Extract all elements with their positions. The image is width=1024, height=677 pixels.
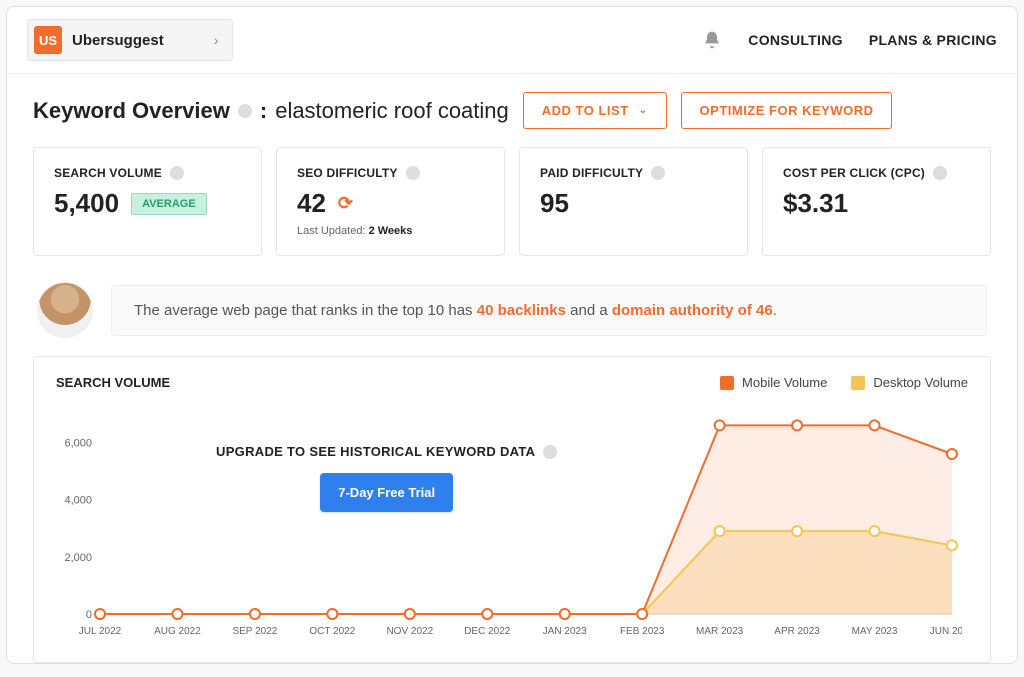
svg-text:JUN 2023: JUN 2023 bbox=[930, 626, 962, 637]
chart-legend: Mobile Volume Desktop Volume bbox=[720, 375, 968, 390]
insight-row: The average web page that ranks in the t… bbox=[33, 282, 991, 338]
svg-text:2,000: 2,000 bbox=[64, 552, 92, 564]
metric-cards: SEARCH VOLUME 5,400 AVERAGE SEO DIFFICUL… bbox=[33, 147, 991, 256]
plans-pricing-link[interactable]: PLANS & PRICING bbox=[869, 32, 997, 48]
chart-area: UPGRADE TO SEE HISTORICAL KEYWORD DATA 7… bbox=[56, 404, 968, 644]
keyword-text: elastomeric roof coating bbox=[275, 98, 509, 124]
card-cpc: COST PER CLICK (CPC) $3.31 bbox=[762, 147, 991, 256]
chart-title: SEARCH VOLUME bbox=[56, 375, 170, 390]
svg-text:APR 2023: APR 2023 bbox=[774, 626, 820, 637]
card-label: COST PER CLICK (CPC) bbox=[783, 166, 925, 180]
legend-desktop-label: Desktop Volume bbox=[873, 375, 968, 390]
help-icon[interactable] bbox=[406, 166, 420, 180]
insight-text: The average web page that ranks in the t… bbox=[111, 285, 987, 336]
svg-text:DEC 2022: DEC 2022 bbox=[464, 626, 511, 637]
last-updated-label: Last Updated: bbox=[297, 225, 366, 237]
upgrade-overlay: UPGRADE TO SEE HISTORICAL KEYWORD DATA 7… bbox=[216, 444, 557, 512]
svg-text:0: 0 bbox=[86, 609, 92, 621]
help-icon[interactable] bbox=[543, 445, 557, 459]
last-updated: Last Updated: 2 Weeks bbox=[297, 225, 484, 237]
help-icon[interactable] bbox=[170, 166, 184, 180]
svg-text:OCT 2022: OCT 2022 bbox=[309, 626, 355, 637]
chart-panel: SEARCH VOLUME Mobile Volume Desktop Volu… bbox=[33, 356, 991, 663]
last-updated-value: 2 Weeks bbox=[369, 225, 413, 237]
help-icon[interactable] bbox=[651, 166, 665, 180]
avatar bbox=[37, 282, 93, 338]
svg-text:MAY 2023: MAY 2023 bbox=[852, 626, 898, 637]
card-value: 5,400 bbox=[54, 188, 119, 219]
help-icon[interactable] bbox=[238, 104, 252, 118]
optimize-label: OPTIMIZE FOR KEYWORD bbox=[700, 103, 874, 118]
chevron-down-icon: ⌄ bbox=[639, 105, 648, 116]
brand-name: Ubersuggest bbox=[72, 32, 164, 49]
optimize-keyword-button[interactable]: OPTIMIZE FOR KEYWORD bbox=[681, 92, 893, 129]
page-title: Keyword Overview : elastomeric roof coat… bbox=[33, 98, 509, 124]
card-label: SEO DIFFICULTY bbox=[297, 166, 398, 180]
refresh-icon[interactable]: ⟳ bbox=[338, 193, 353, 214]
card-label: PAID DIFFICULTY bbox=[540, 166, 643, 180]
badge-average: AVERAGE bbox=[131, 193, 207, 215]
svg-text:6,000: 6,000 bbox=[64, 438, 92, 450]
card-label: SEARCH VOLUME bbox=[54, 166, 162, 180]
insight-post: . bbox=[773, 302, 777, 319]
insight-da: domain authority of 46 bbox=[612, 302, 773, 319]
free-trial-button[interactable]: 7-Day Free Trial bbox=[320, 473, 453, 512]
add-to-list-button[interactable]: ADD TO LIST ⌄ bbox=[523, 92, 667, 129]
svg-text:FEB 2023: FEB 2023 bbox=[620, 626, 665, 637]
card-paid-difficulty: PAID DIFFICULTY 95 bbox=[519, 147, 748, 256]
title-separator: : bbox=[260, 98, 267, 124]
svg-text:4,000: 4,000 bbox=[64, 495, 92, 507]
legend-mobile: Mobile Volume bbox=[720, 375, 827, 390]
svg-text:JUL 2022: JUL 2022 bbox=[79, 626, 122, 637]
add-to-list-label: ADD TO LIST bbox=[542, 103, 629, 118]
swatch-mobile bbox=[720, 376, 734, 390]
svg-text:AUG 2022: AUG 2022 bbox=[154, 626, 201, 637]
svg-text:MAR 2023: MAR 2023 bbox=[696, 626, 744, 637]
consulting-link[interactable]: CONSULTING bbox=[748, 32, 843, 48]
card-search-volume: SEARCH VOLUME 5,400 AVERAGE bbox=[33, 147, 262, 256]
card-value: 42 bbox=[297, 188, 326, 219]
topbar: US Ubersuggest › CONSULTING PLANS & PRIC… bbox=[7, 7, 1017, 74]
title-row: Keyword Overview : elastomeric roof coat… bbox=[33, 92, 991, 129]
topbar-right: CONSULTING PLANS & PRICING bbox=[702, 30, 997, 50]
card-seo-difficulty: SEO DIFFICULTY 42 ⟳ Last Updated: 2 Week… bbox=[276, 147, 505, 256]
bell-icon[interactable] bbox=[702, 30, 722, 50]
overlay-title: UPGRADE TO SEE HISTORICAL KEYWORD DATA bbox=[216, 444, 535, 459]
legend-desktop: Desktop Volume bbox=[851, 375, 968, 390]
chart-svg: 0 2,000 4,000 6,000 JUL 2022 AUG 2022 SEP 2022… bbox=[56, 404, 962, 644]
insight-mid: and a bbox=[566, 302, 612, 319]
chart-header: SEARCH VOLUME Mobile Volume Desktop Volu… bbox=[56, 375, 968, 390]
insight-pre: The average web page that ranks in the t… bbox=[134, 302, 477, 319]
legend-mobile-label: Mobile Volume bbox=[742, 375, 827, 390]
svg-text:JAN 2023: JAN 2023 bbox=[543, 626, 587, 637]
card-value: $3.31 bbox=[783, 188, 848, 219]
svg-text:NOV 2022: NOV 2022 bbox=[386, 626, 433, 637]
card-value: 95 bbox=[540, 188, 569, 219]
chevron-right-icon: › bbox=[214, 32, 219, 48]
page-title-label: Keyword Overview bbox=[33, 98, 230, 124]
help-icon[interactable] bbox=[933, 166, 947, 180]
swatch-desktop bbox=[851, 376, 865, 390]
brand-badge: US bbox=[34, 26, 62, 54]
insight-backlinks: 40 backlinks bbox=[477, 302, 566, 319]
brand-selector[interactable]: US Ubersuggest › bbox=[27, 19, 233, 61]
svg-text:SEP 2022: SEP 2022 bbox=[232, 626, 277, 637]
